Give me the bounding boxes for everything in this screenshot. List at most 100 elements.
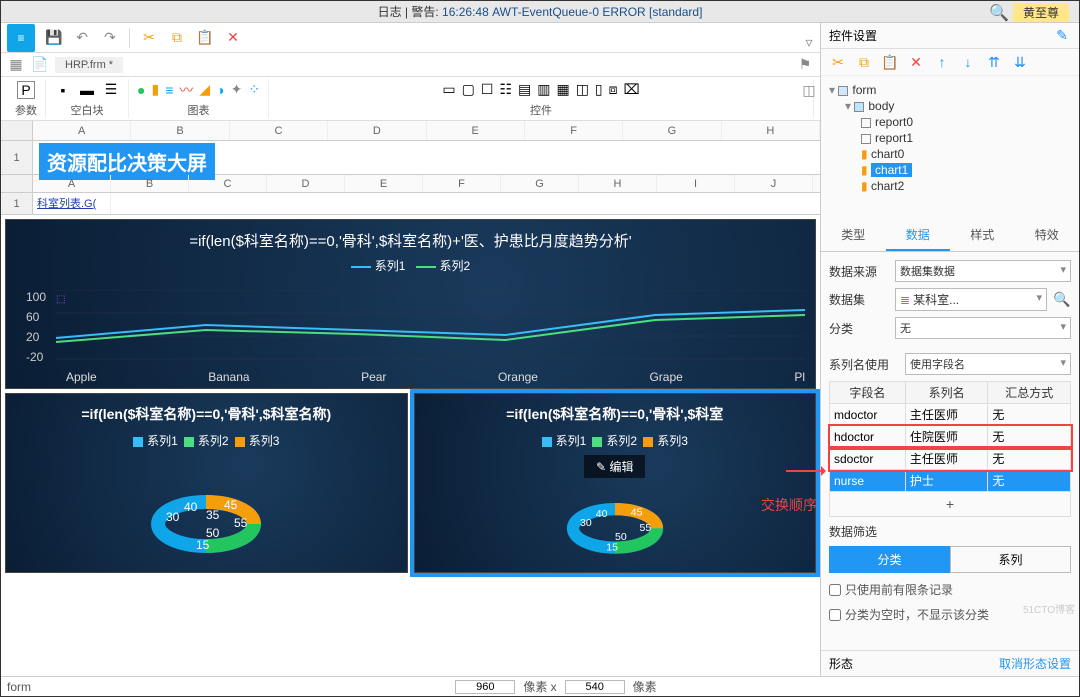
- s2-cell-A1[interactable]: 科室列表.G(: [33, 193, 111, 214]
- tree-body[interactable]: body: [868, 99, 894, 113]
- r-paste-icon[interactable]: 📋: [881, 53, 899, 71]
- line-chart-icon[interactable]: 〰: [179, 80, 193, 100]
- edit-icon[interactable]: ✎: [1053, 27, 1071, 45]
- cancel-shape-link[interactable]: 取消形态设置: [999, 655, 1071, 672]
- widget3-icon[interactable]: ☐: [481, 81, 494, 98]
- dataset-select[interactable]: ≣ 某科室...: [895, 288, 1047, 311]
- row1-num[interactable]: 1: [1, 141, 33, 174]
- block2-icon[interactable]: ▬: [78, 81, 96, 99]
- filter-tab-series[interactable]: 系列: [950, 546, 1071, 573]
- edit-button[interactable]: ✎ 编辑: [584, 455, 645, 478]
- col-F[interactable]: F: [525, 121, 623, 140]
- s2-col-A[interactable]: A: [33, 175, 111, 192]
- tree-chart1-selected[interactable]: chart1: [871, 163, 912, 177]
- delete-icon[interactable]: ✕: [224, 29, 242, 47]
- widget4-icon[interactable]: ☷: [499, 81, 512, 98]
- app-logo-icon[interactable]: ≡: [7, 24, 35, 52]
- col-E[interactable]: E: [427, 121, 525, 140]
- tab-style[interactable]: 样式: [950, 220, 1015, 251]
- s2-col-D[interactable]: D: [267, 175, 345, 192]
- copy-icon[interactable]: ⧉: [168, 29, 186, 47]
- col-A[interactable]: A: [33, 121, 131, 140]
- widget5-icon[interactable]: ▤: [518, 81, 531, 98]
- group-blank-label: 空白块: [71, 102, 104, 118]
- s2-col-H[interactable]: H: [579, 175, 657, 192]
- width-input[interactable]: [455, 680, 515, 694]
- undo-icon[interactable]: ↶: [73, 29, 91, 47]
- radar-chart-icon[interactable]: ✦: [231, 81, 243, 98]
- line-chart-widget[interactable]: =if(len($科室名称)==0,'骨科',$科室名称)+'医、护患比月度趋势…: [5, 219, 816, 389]
- chk-limit[interactable]: 只使用前有限条记录: [829, 581, 1071, 598]
- save-icon[interactable]: 💾: [45, 29, 63, 47]
- s2-col-G[interactable]: G: [501, 175, 579, 192]
- s2-col-B[interactable]: B: [111, 175, 189, 192]
- file-tab[interactable]: HRP.frm *: [55, 57, 123, 73]
- grid-icon[interactable]: ▦: [7, 56, 25, 74]
- s2-col-C[interactable]: C: [189, 175, 267, 192]
- col-C[interactable]: C: [230, 121, 328, 140]
- widget11-icon[interactable]: ⌧: [624, 81, 640, 98]
- widget7-icon[interactable]: ▦: [556, 81, 569, 98]
- tab-data[interactable]: 数据: [886, 220, 951, 251]
- widget2-icon[interactable]: ▢: [462, 81, 475, 98]
- redo-icon[interactable]: ↷: [101, 29, 119, 47]
- dataset-search-icon[interactable]: 🔍: [1053, 291, 1071, 309]
- datasource-select[interactable]: 数据集数据: [895, 260, 1071, 282]
- strip-icon1[interactable]: ▿: [800, 33, 818, 51]
- tree-form[interactable]: form: [852, 83, 876, 97]
- col-H[interactable]: H: [722, 121, 820, 140]
- category-select[interactable]: 无: [895, 317, 1071, 339]
- strip-icon2[interactable]: ◫: [800, 81, 818, 99]
- height-input[interactable]: [565, 680, 625, 694]
- col-D[interactable]: D: [328, 121, 426, 140]
- r-bottom-icon[interactable]: ⇊: [1011, 53, 1029, 71]
- pie-chart-icon[interactable]: ●: [137, 82, 145, 98]
- r-delete-icon[interactable]: ✕: [907, 53, 925, 71]
- area-chart-icon[interactable]: ◢: [199, 81, 210, 98]
- s2-col-I[interactable]: I: [657, 175, 735, 192]
- block1-icon[interactable]: ▪: [54, 81, 72, 99]
- s2-col-F[interactable]: F: [423, 175, 501, 192]
- user-badge[interactable]: 黄至尊: [1013, 3, 1069, 22]
- tree-report0[interactable]: report0: [875, 115, 913, 129]
- r-up-icon[interactable]: ↑: [933, 53, 951, 71]
- widget1-icon[interactable]: ▭: [442, 81, 455, 98]
- s2-col-E[interactable]: E: [345, 175, 423, 192]
- tree-chart0[interactable]: chart0: [871, 147, 904, 161]
- design-canvas[interactable]: A B C D E F G H 1 资源配比决策大屏: [1, 121, 820, 676]
- component-tree[interactable]: ▾ form ▾ body report0 report1 ▮ chart0 ▮…: [821, 76, 1079, 200]
- add-row-button[interactable]: +: [829, 492, 1071, 517]
- tree-report1[interactable]: report1: [875, 131, 913, 145]
- col-B[interactable]: B: [131, 121, 229, 140]
- block3-icon[interactable]: ☰: [102, 81, 120, 99]
- tree-chart2[interactable]: chart2: [871, 179, 904, 193]
- scatter-chart-icon[interactable]: ⁘: [248, 81, 260, 98]
- r-cut-icon[interactable]: ✂: [829, 53, 847, 71]
- donut-chart-2-selected[interactable]: =if(len($科室名称)==0,'骨科',$科室 系列1 系列2 系列3 ✎…: [414, 393, 817, 573]
- stack-chart-icon[interactable]: ≡: [165, 82, 173, 98]
- seriesuse-select[interactable]: 使用字段名: [905, 353, 1071, 375]
- widget6-icon[interactable]: ▥: [537, 81, 550, 98]
- param-icon[interactable]: P: [17, 81, 35, 99]
- tab-type[interactable]: 类型: [821, 220, 886, 251]
- bar-chart-icon[interactable]: ▮: [151, 81, 159, 98]
- s2-row1-num[interactable]: 1: [1, 193, 33, 214]
- widget8-icon[interactable]: ◫: [576, 81, 589, 98]
- widget9-icon[interactable]: ▯: [595, 81, 603, 98]
- widget10-icon[interactable]: ⧈: [609, 81, 618, 98]
- gauge-chart-icon[interactable]: ◑: [216, 82, 224, 98]
- filter-tab-category[interactable]: 分类: [829, 546, 950, 573]
- tab-effect[interactable]: 特效: [1015, 220, 1080, 251]
- paste-icon[interactable]: 📋: [196, 29, 214, 47]
- cut-icon[interactable]: ✂: [140, 29, 158, 47]
- search-icon[interactable]: 🔍: [989, 3, 1009, 23]
- donut-chart-1[interactable]: =if(len($科室名称)==0,'骨科',$科室名称) 系列1 系列2 系列…: [5, 393, 408, 573]
- donut2-plot: 30 40 50 45 55 15: [555, 489, 675, 562]
- s2-col-J[interactable]: J: [735, 175, 813, 192]
- chart-title-formula: =if(len($科室名称)==0,'骨科',$科室名称)+'医、护患比月度趋势…: [6, 220, 815, 251]
- field-table[interactable]: 字段名 系列名 汇总方式 mdoctor主任医师无 hdoctor住院医师无 s…: [829, 381, 1071, 492]
- r-top-icon[interactable]: ⇈: [985, 53, 1003, 71]
- r-down-icon[interactable]: ↓: [959, 53, 977, 71]
- r-copy-icon[interactable]: ⧉: [855, 53, 873, 71]
- col-G[interactable]: G: [623, 121, 721, 140]
